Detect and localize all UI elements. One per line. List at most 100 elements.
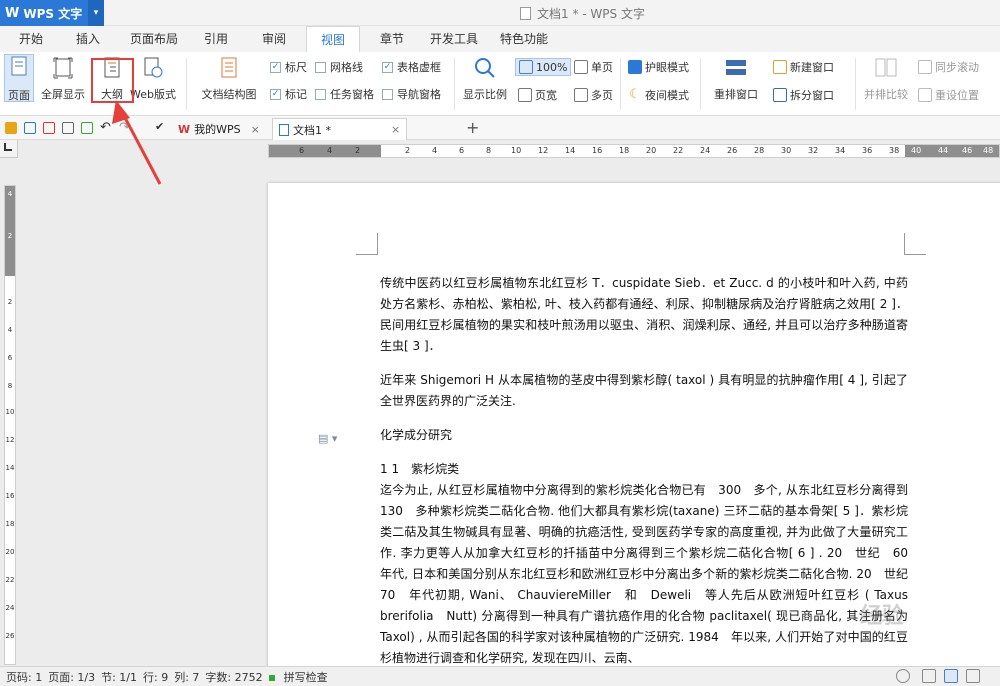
zoom-100-button[interactable]: 100%	[515, 58, 572, 76]
divider	[700, 58, 701, 110]
paragraph[interactable]: 传统中医药以红豆杉属植物东北红豆杉 T．cuspidate Sieb．et Zu…	[380, 273, 908, 357]
checkbox-icon	[315, 88, 326, 100]
status-word-count[interactable]: 字数: 2752	[205, 669, 262, 685]
side-by-side-button[interactable]: 并排比较	[860, 56, 912, 104]
ruler-number: 4	[432, 146, 438, 155]
zoom-ratio-button[interactable]: 显示比例	[460, 56, 510, 104]
checkbox-icon	[315, 61, 326, 73]
divider	[855, 58, 856, 110]
tab-document1[interactable]: 文档1 * ×	[272, 118, 408, 140]
paragraph[interactable]: 近年来 Shigemori H 从本属植物的茎皮中得到紫杉醇( taxol ) …	[380, 370, 908, 412]
page-width-label: 页宽	[535, 89, 557, 102]
document-body[interactable]: 传统中医药以红豆杉属植物东北红豆杉 T．cuspidate Sieb．et Zu…	[380, 273, 920, 666]
tab-page-layout[interactable]: 页面布局	[125, 26, 183, 52]
horizontal-ruler[interactable]: 6 4 2 2 4 6 8 10 12 14 16 18 20 22 24 26…	[268, 144, 1000, 158]
web-layout-button[interactable]: Web版式	[128, 56, 178, 104]
page-width-button[interactable]: 页宽	[518, 87, 557, 103]
table-gridlines-checkbox[interactable]: ✓ 表格虚框	[382, 59, 441, 75]
sync-scroll-button[interactable]: 同步滚动	[918, 59, 979, 75]
tab-my-wps[interactable]: W 我的WPS ×	[172, 118, 266, 140]
table-gridlines-label: 表格虚框	[397, 61, 441, 74]
preview-icon[interactable]	[81, 122, 93, 134]
tab-view[interactable]: 视图	[306, 26, 360, 52]
eye-protect-button[interactable]: 护眼模式	[628, 59, 689, 75]
new-window-button[interactable]: 新建窗口	[773, 59, 834, 75]
tab-chapter[interactable]: 章节	[372, 26, 412, 52]
tab-references[interactable]: 引用	[196, 26, 236, 52]
fullscreen-button[interactable]: 全屏显示	[38, 56, 88, 104]
ruler-number: 14	[5, 464, 15, 472]
paragraph[interactable]: 迄今为止, 从红豆杉属植物中分离得到的紫杉烷类化合物已有 300 多个, 从东北…	[380, 480, 920, 666]
doc-map-button[interactable]: 文档结构图	[194, 56, 264, 104]
multi-page-label: 多页	[591, 89, 613, 102]
night-mode-button[interactable]: ☾ 夜间模式	[628, 87, 689, 103]
ruler-number: 4	[327, 146, 333, 155]
ruler-number: 12	[538, 146, 549, 155]
multi-page-icon	[574, 88, 588, 102]
ribbon-view: 页面 全屏显示 大纲 Web版式 文档结构图 ✓ 标尺 网格线 ✓ 表格虚框 ✓ 标记…	[0, 52, 1000, 116]
checkbox-checked-icon: ✓	[270, 88, 281, 100]
page-width-icon	[518, 88, 532, 102]
multi-page-button[interactable]: 多页	[574, 87, 613, 103]
tab-home[interactable]: 开始	[10, 26, 52, 52]
task-pane-checkbox[interactable]: 任务窗格	[315, 86, 374, 102]
ruler-tab-selector[interactable]	[0, 140, 18, 158]
page-view-icon[interactable]	[944, 669, 958, 683]
gridlines-checkbox[interactable]: 网格线	[315, 59, 363, 75]
subsection-heading[interactable]: 1 1 紫杉烷类	[380, 459, 908, 480]
watermark: 经验	[860, 604, 905, 629]
ruler-number: 44	[938, 146, 949, 155]
section-heading[interactable]: 化学成分研究	[380, 425, 908, 446]
outline-level-icon[interactable]: ▤ ▾	[318, 432, 337, 445]
ruler-number: 20	[5, 548, 15, 556]
side-by-side-icon	[875, 58, 897, 77]
spellcheck-toggle[interactable]: 拼写检查	[268, 669, 328, 685]
reset-position-icon	[918, 88, 932, 102]
moon-icon: ☾	[629, 87, 641, 102]
eye-protect-label: 护眼模式	[645, 61, 689, 74]
app-menu-button[interactable]: W WPS 文字 ▾	[0, 0, 104, 26]
close-icon[interactable]: ×	[391, 123, 400, 136]
redo-icon[interactable]: ↷	[119, 120, 131, 135]
print-icon[interactable]	[62, 122, 74, 134]
fit-page-icon[interactable]	[922, 669, 936, 683]
ruler-number: 8	[7, 382, 13, 390]
tab-review[interactable]: 审阅	[254, 26, 294, 52]
document-icon	[520, 7, 531, 20]
single-page-button[interactable]: 单页	[574, 59, 613, 75]
vertical-ruler[interactable]: 4 2 2 4 6 8 10 12 14 16 18 20 22 24 26	[4, 185, 16, 665]
status-bar: 页码: 1 页面: 1/3 节: 1/1 行: 9 列: 7 字数: 2752 …	[0, 666, 1000, 686]
tab-insert[interactable]: 插入	[66, 26, 110, 52]
window-title: 文档1 * - WPS 文字	[520, 5, 645, 22]
close-icon[interactable]: ×	[251, 123, 260, 136]
open-icon[interactable]	[5, 122, 17, 134]
split-window-button[interactable]: 拆分窗口	[773, 87, 834, 103]
doc-map-icon	[221, 57, 237, 78]
nav-pane-checkbox[interactable]: 导航窗格	[382, 86, 441, 102]
tab-special[interactable]: 特色功能	[494, 26, 554, 52]
undo-icon[interactable]: ↶	[100, 120, 112, 135]
task-pane-label: 任务窗格	[330, 88, 374, 101]
reset-position-button[interactable]: 重设位置	[918, 87, 979, 103]
clock-icon[interactable]	[896, 669, 910, 683]
marks-checkbox[interactable]: ✓ 标记	[270, 86, 307, 102]
eye-protect-icon	[628, 60, 642, 74]
document-page[interactable]: ▤ ▾ 传统中医药以红豆杉属植物东北红豆杉 T．cuspidate Sieb．e…	[268, 183, 1000, 666]
divider	[186, 58, 187, 110]
chevron-down-icon[interactable]: ▾	[88, 0, 104, 26]
ruler-checkbox[interactable]: ✓ 标尺	[270, 59, 307, 75]
tab-developer[interactable]: 开发工具	[424, 26, 484, 52]
pdf-icon[interactable]	[43, 122, 55, 134]
status-section: 节: 1/1	[101, 670, 138, 684]
single-page-icon	[574, 60, 588, 74]
rearrange-window-button[interactable]: 重排窗口	[706, 56, 766, 104]
wps-icon: W	[178, 122, 191, 136]
customize-icon[interactable]: ✔	[155, 120, 167, 133]
new-tab-icon[interactable]: +	[466, 118, 479, 137]
document-workspace[interactable]: ▤ ▾ 传统中医药以红豆杉属植物东北红豆杉 T．cuspidate Sieb．e…	[18, 158, 1000, 666]
spellcheck-icon	[268, 674, 275, 681]
outline-view-icon[interactable]	[966, 669, 980, 683]
divider	[620, 58, 621, 110]
save-icon[interactable]	[24, 122, 36, 134]
page-view-button[interactable]: 页面	[4, 54, 34, 102]
